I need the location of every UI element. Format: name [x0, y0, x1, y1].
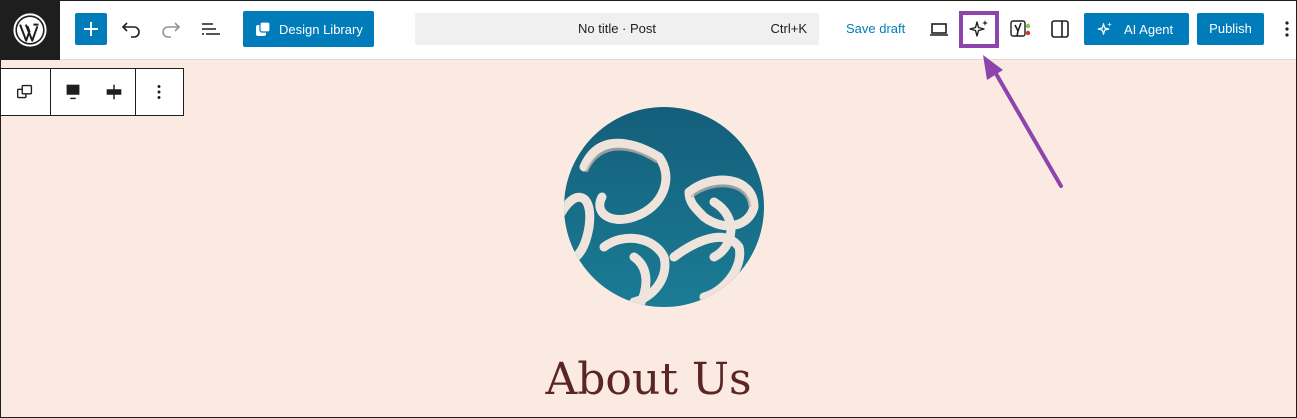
- design-library-button[interactable]: Design Library: [243, 11, 374, 47]
- sparkle-icon: [1097, 22, 1112, 35]
- sparkle-icon: [969, 20, 988, 37]
- block-options-button[interactable]: [138, 69, 180, 115]
- abstract-sculpture-image[interactable]: [564, 107, 764, 307]
- ai-agent-button[interactable]: AI Agent: [1084, 13, 1189, 45]
- block-toolbar: [0, 68, 184, 116]
- ai-assistant-button[interactable]: [962, 12, 996, 46]
- sidebar-toggle-icon: [1051, 20, 1069, 38]
- transform-block-icon: [17, 84, 33, 99]
- add-block-button[interactable]: [75, 13, 107, 45]
- document-overview-icon: [202, 23, 220, 35]
- align-top-button[interactable]: [53, 69, 94, 115]
- undo-button[interactable]: [114, 12, 148, 46]
- publish-button[interactable]: Publish: [1197, 13, 1264, 45]
- design-library-label: Design Library: [279, 21, 363, 37]
- redo-button[interactable]: [154, 12, 188, 46]
- transform-block-button[interactable]: [4, 69, 46, 115]
- vertical-ellipsis-icon: [157, 85, 161, 99]
- align-top-icon: [66, 84, 80, 100]
- redo-icon: [162, 22, 181, 38]
- save-draft-button[interactable]: Save draft: [846, 21, 905, 36]
- alignment-group: [51, 69, 136, 115]
- yoast-seo-button[interactable]: [1003, 12, 1037, 46]
- yoast-seo-icon: [1010, 20, 1031, 37]
- block-transform-group: [1, 69, 51, 115]
- ai-agent-label: AI Agent: [1124, 21, 1174, 37]
- command-palette-bar[interactable]: No title · Post Ctrl+K: [415, 13, 819, 45]
- justify-center-button[interactable]: [94, 69, 135, 115]
- options-menu-button[interactable]: [1272, 12, 1297, 46]
- preview-button[interactable]: [922, 12, 956, 46]
- about-us-heading[interactable]: About Us: [0, 354, 1297, 405]
- editor-top-toolbar: Design Library No title · Post Ctrl+K Sa…: [0, 0, 1297, 60]
- undo-icon: [121, 22, 140, 38]
- plus-icon: [84, 22, 98, 36]
- document-title: No title · Post: [577, 21, 657, 36]
- justify-center-icon: [106, 84, 122, 100]
- laptop-icon: [930, 23, 948, 36]
- command-shortcut: Ctrl+K: [770, 21, 807, 36]
- settings-sidebar-button[interactable]: [1043, 12, 1077, 46]
- block-options-group: [136, 69, 184, 115]
- document-overview-button[interactable]: [194, 12, 228, 46]
- wordpress-logo-icon[interactable]: [0, 0, 60, 60]
- design-library-icon: [256, 21, 271, 36]
- vertical-ellipsis-icon: [1285, 21, 1289, 37]
